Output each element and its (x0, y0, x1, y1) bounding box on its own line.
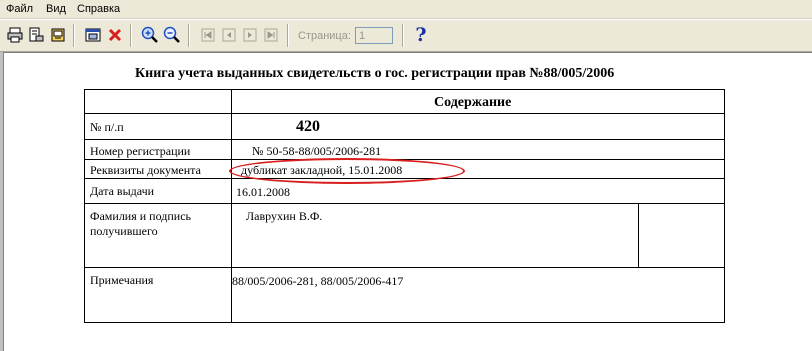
help-icon[interactable]: ? (411, 24, 431, 46)
row-label-signature-1: Фамилия и подпись (90, 209, 191, 223)
toolbar-separator (130, 24, 132, 47)
table-row-divider (84, 267, 725, 268)
table-row-divider (84, 203, 725, 204)
row-value-notes: 88/005/2006-281, 88/005/2006-417 (232, 274, 404, 288)
row-value-registration: № 50-58-88/005/2006-281 (252, 144, 382, 158)
table-border-top (84, 89, 725, 90)
report-preview-area[interactable]: Книга учета выданных свидетельств о гос.… (0, 52, 812, 351)
zoom-out-icon[interactable] (162, 25, 182, 45)
fit-page-icon[interactable] (83, 25, 103, 45)
table-border-right (724, 89, 725, 323)
next-page-icon[interactable] (240, 25, 260, 45)
menu-file[interactable]: Файл (6, 3, 33, 15)
menu-help[interactable]: Справка (77, 3, 120, 15)
row-label-issue-date: Дата выдачи (90, 184, 155, 198)
report-page: Книга учета выданных свидетельств о гос.… (3, 52, 812, 351)
last-page-icon[interactable] (261, 25, 281, 45)
table-row-divider (84, 113, 725, 114)
printer-icon[interactable] (5, 25, 25, 45)
row-label-registration: Номер регистрации (90, 144, 191, 158)
signature-cell-divider (638, 203, 639, 267)
table-row-divider (84, 139, 725, 140)
toolbar-separator (402, 24, 404, 47)
row-value-number: 420 (296, 118, 320, 135)
first-page-icon[interactable] (198, 25, 218, 45)
row-label-notes: Примечания (90, 273, 154, 287)
row-label-number: № п/.п (90, 120, 124, 134)
menu-view[interactable]: Вид (46, 3, 66, 15)
table-border-left (84, 89, 85, 323)
page-number-input[interactable] (355, 27, 393, 44)
row-label-signature-2: получившего (90, 224, 158, 238)
toolbar-separator (188, 24, 190, 47)
table-header-content: Содержание (434, 95, 512, 110)
toolbar-separator (287, 24, 289, 47)
page-setup-icon[interactable] (26, 25, 46, 45)
report-title: Книга учета выданных свидетельств о гос.… (135, 66, 615, 81)
menu-bar: Файл Вид Справка (0, 0, 812, 18)
zoom-in-icon[interactable] (140, 25, 160, 45)
table-border-bottom (84, 322, 725, 323)
page-label: Страница: (298, 30, 351, 42)
prev-page-icon[interactable] (219, 25, 239, 45)
row-label-document: Реквизиты документа (90, 163, 201, 177)
toolbar: Страница: ? (0, 19, 812, 52)
toolbar-separator (73, 24, 75, 47)
highlight-oval (229, 158, 465, 184)
close-icon[interactable] (105, 25, 125, 45)
row-value-issue-date: 16.01.2008 (236, 185, 290, 199)
row-value-recipient: Лаврухин В.Ф. (246, 209, 323, 223)
export-icon[interactable] (48, 25, 68, 45)
